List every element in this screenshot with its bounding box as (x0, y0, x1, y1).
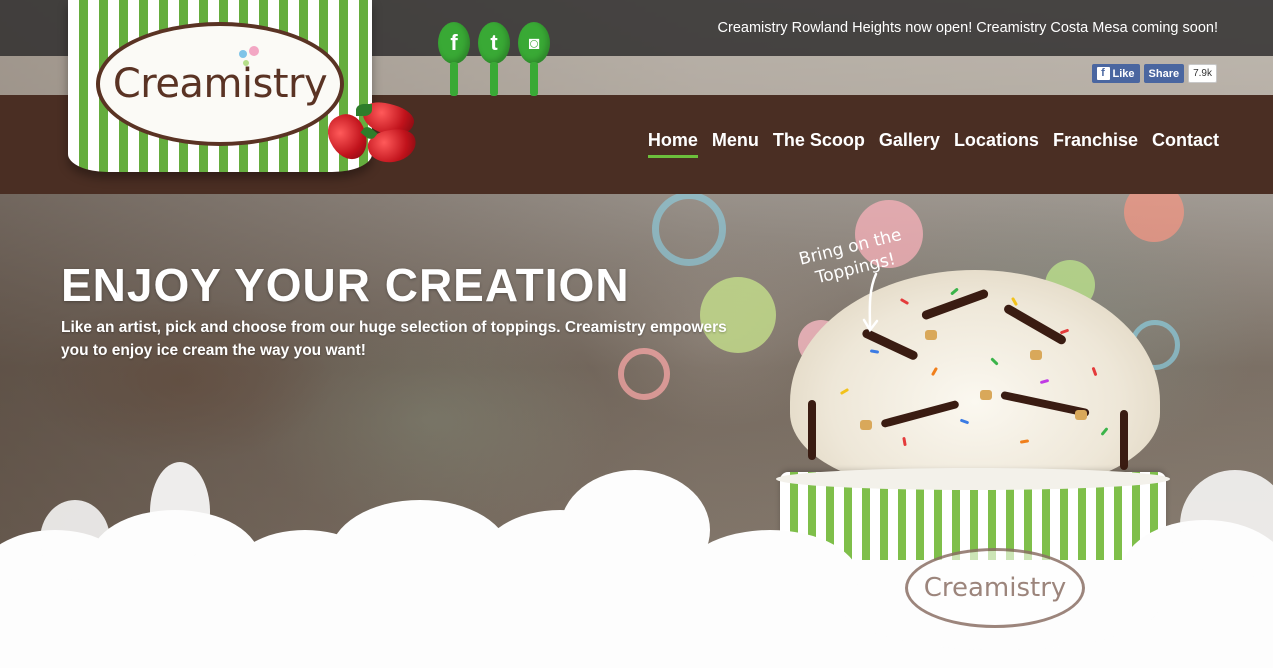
cup-logo-text: Creamistry (905, 548, 1085, 628)
spoon-handle (530, 62, 538, 96)
main-nav: Home Menu The Scoop Gallery Locations Fr… (647, 130, 1219, 158)
nav-item-home[interactable]: Home (647, 130, 698, 158)
facebook-share-button[interactable]: Share (1143, 64, 1185, 83)
facebook-icon: f (1096, 67, 1110, 80)
nut-topping (1030, 350, 1042, 360)
chocolate-drizzle (808, 400, 816, 460)
hero-subtitle: Like an artist, pick and choose from our… (61, 319, 727, 359)
logo-dot (239, 50, 247, 58)
facebook-like-button[interactable]: f Like (1091, 64, 1140, 83)
share-label: Share (1148, 67, 1180, 80)
decor-bubble (652, 192, 726, 266)
sundae-cup-rim (776, 468, 1170, 490)
tumblr-icon: t (478, 22, 510, 64)
nav-item-menu[interactable]: Menu (712, 130, 759, 158)
instagram-icon: ◙ (518, 22, 550, 64)
nav-item-franchise[interactable]: Franchise (1053, 130, 1138, 158)
tumblr-link[interactable]: t (478, 22, 510, 96)
logo-dot (249, 46, 259, 56)
instagram-link[interactable]: ◙ (518, 22, 550, 96)
nut-topping (1075, 410, 1087, 420)
nav-item-contact[interactable]: Contact (1152, 130, 1219, 158)
logo-dot (243, 60, 249, 66)
spoon-handle (490, 62, 498, 96)
chocolate-drizzle (1120, 410, 1128, 470)
nut-topping (980, 390, 992, 400)
facebook-widget: f Like Share 7.9k (1091, 64, 1217, 83)
arrow-down-icon (862, 272, 879, 333)
facebook-link[interactable]: f (438, 22, 470, 96)
logo[interactable]: Creamistry (96, 22, 344, 146)
cloud-puff (150, 462, 210, 562)
logo-text: Creamistry (112, 61, 328, 107)
spoon-handle (450, 62, 458, 96)
cloud-puff (680, 530, 860, 630)
facebook-icon: f (438, 22, 470, 64)
nav-item-locations[interactable]: Locations (954, 130, 1039, 158)
nut-topping (925, 330, 937, 340)
like-label: Like (1112, 67, 1135, 80)
nut-topping (860, 420, 872, 430)
hero-title: ENJOY YOUR CREATION (61, 259, 630, 311)
strawberry-leaf (356, 104, 372, 116)
nav-item-gallery[interactable]: Gallery (879, 130, 940, 158)
announcement-text: Creamistry Rowland Heights now open! Cre… (717, 20, 1218, 36)
share-count: 7.9k (1188, 64, 1217, 83)
nav-item-the-scoop[interactable]: The Scoop (773, 130, 865, 158)
